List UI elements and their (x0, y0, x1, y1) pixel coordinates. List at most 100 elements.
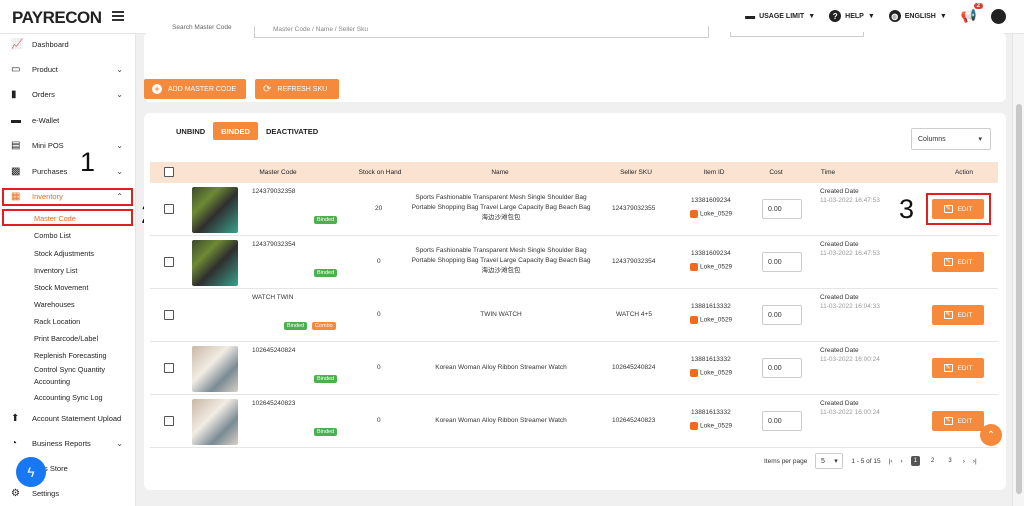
binded-badge: Binded (314, 428, 338, 436)
upload-icon: ⬆ (11, 412, 20, 424)
page-number[interactable]: 2 (928, 456, 937, 466)
sidebar-sub-print-barcode[interactable]: Print Barcode/Label (34, 334, 98, 343)
sidebar-item-business-reports[interactable]: ◔ Business Reports ⌄ (0, 431, 135, 455)
time-label: Created Date (820, 400, 859, 407)
shop-icon (690, 369, 698, 377)
sidebar-sub-warehouses[interactable]: Warehouses (34, 300, 75, 309)
sidebar-item-product[interactable]: ▭ Product ⌄ (0, 57, 135, 81)
edit-button[interactable]: ✎ EDIT (932, 305, 984, 325)
sidebar-item-orders[interactable]: ▮ Orders ⌄ (0, 82, 135, 106)
row-checkbox[interactable] (164, 204, 174, 214)
shop-icon (690, 210, 698, 218)
time-value: 11-03-2022 16:04:33 (820, 303, 880, 310)
sidebar-sub-combo-list[interactable]: Combo List (34, 231, 71, 240)
cost-input[interactable]: 0.00 (762, 305, 802, 325)
sidebar-sub-rack-location[interactable]: Rack Location (34, 317, 80, 326)
columns-select[interactable]: Columns ▾ (911, 128, 991, 150)
shop-name: Loke_0529 (690, 369, 732, 377)
messenger-chat-button[interactable]: ϟ (16, 457, 46, 487)
cost-input[interactable]: 0.00 (762, 199, 802, 219)
page-number[interactable]: 1 (910, 456, 921, 466)
binded-badge: Binded (314, 216, 338, 224)
sidebar-item-account-statement-upload[interactable]: ⬆ Account Statement Upload (0, 406, 135, 430)
product-thumbnail (192, 399, 238, 445)
select-all-checkbox[interactable] (164, 167, 174, 177)
chevron-down-icon: ⌄ (116, 89, 123, 99)
search-input[interactable]: Master Code / Name / Seller Sku (254, 26, 709, 38)
notification-button[interactable]: 📢 2 (961, 3, 983, 24)
item-id: 13881613332 (691, 356, 731, 363)
language-label: ENGLISH (904, 12, 936, 20)
edit-button[interactable]: ✎ EDIT (932, 252, 984, 272)
page-number[interactable]: 3 (945, 456, 954, 466)
first-page-icon[interactable]: |‹ (889, 458, 893, 465)
help-menu[interactable]: ? HELP ▼ (829, 10, 875, 22)
add-master-code-button[interactable]: + ADD MASTER CODE (144, 79, 246, 99)
scrollbar-thumb[interactable] (1016, 104, 1022, 494)
sidebar-sub-inventory-list[interactable]: Inventory List (34, 266, 77, 275)
item-id: 13381609234 (691, 197, 731, 204)
table-card: UNBIND BINDED DEACTIVATED Columns ▾ Mast… (144, 113, 1006, 490)
usage-limit-menu[interactable]: ▬ USAGE LIMIT ▼ (745, 11, 815, 22)
refresh-sku-button[interactable]: ⟳ REFRESH SKU (255, 79, 339, 99)
sidebar-item-mini-pos[interactable]: ▤ Mini POS ⌄ (0, 133, 135, 157)
items-per-page-select[interactable]: 5 ▾ (815, 453, 844, 469)
annotation-number-3: 3 (899, 194, 915, 224)
chart-icon: 📈 (11, 38, 24, 50)
page-range: 1 - 5 of 15 (851, 457, 881, 465)
chevron-down-icon: ⌄ (116, 438, 123, 448)
next-page-icon[interactable]: › (963, 458, 965, 465)
row-checkbox[interactable] (164, 310, 174, 320)
tab-binded[interactable]: BINDED (213, 122, 258, 140)
box-icon: ▭ (11, 63, 21, 75)
language-menu[interactable]: ◍ ENGLISH ▼ (888, 10, 947, 22)
product-name: Korean Woman Alloy Ribbon Streamer Watch (435, 364, 567, 371)
sidebar-item-settings[interactable]: ⚙ Settings (0, 481, 135, 505)
sidebar-sub-accounting-sync-log[interactable]: Accounting Sync Log (34, 393, 103, 402)
cost-input[interactable]: 0.00 (762, 252, 802, 272)
scroll-top-button[interactable]: ⌃ (980, 424, 1002, 446)
user-avatar-icon[interactable] (991, 8, 1006, 24)
tab-deactivated[interactable]: DEACTIVATED (258, 122, 326, 140)
edit-icon: ✎ (943, 258, 953, 266)
prev-page-icon[interactable]: ‹ (901, 458, 903, 465)
annotation-number-1: 1 (80, 147, 96, 177)
edit-button[interactable]: ✎ EDIT (932, 358, 984, 378)
time-label: Created Date (820, 347, 859, 354)
sidebar-item-dashboard[interactable]: 📈 Dashboard (0, 34, 135, 56)
refresh-icon: ⟳ (263, 83, 272, 95)
menu-toggle-icon[interactable] (112, 11, 124, 21)
page-scrollbar[interactable] (1012, 34, 1024, 506)
edit-icon: ✎ (943, 417, 953, 425)
last-page-icon[interactable]: ›| (973, 458, 977, 465)
edit-button[interactable]: ✎ EDIT (932, 411, 984, 431)
shop-name: Loke_0529 (690, 263, 732, 271)
sidebar-sub-control-sync-quantity[interactable]: Control Sync Quantity (34, 365, 105, 374)
shop-icon (690, 316, 698, 324)
row-checkbox[interactable] (164, 416, 174, 426)
app-logo[interactable]: PAYRECON (12, 8, 102, 28)
sidebar-sub-stock-movement[interactable]: Stock Movement (34, 283, 88, 292)
pos-icon: ▤ (11, 139, 21, 151)
binded-badge: Binded (314, 375, 338, 383)
cost-input[interactable]: 0.00 (762, 411, 802, 431)
product-name: TWIN WATCH (480, 311, 522, 318)
sidebar-item-ewallet[interactable]: ▬ e-Wallet (0, 108, 135, 132)
sidebar-sub-stock-adjustments[interactable]: Stock Adjustments (34, 249, 94, 258)
shop-name: Loke_0529 (690, 316, 732, 324)
seller-sku: 102645240823 (612, 417, 656, 424)
sidebar-sub-accounting[interactable]: Accounting (34, 377, 70, 386)
sidebar-item-purchases[interactable]: ▩ Purchases ⌄ (0, 159, 135, 183)
header-master-code: Master Code (259, 169, 297, 176)
chevron-down-icon: ⌄ (116, 166, 123, 176)
sidebar-sub-replenish-forecasting[interactable]: Replenish Forecasting (34, 351, 107, 360)
cost-input[interactable]: 0.00 (762, 358, 802, 378)
pagination: Items per page 5 ▾ 1 - 5 of 15 |‹ ‹ 1 2 … (764, 453, 977, 469)
time-value: 11-03-2022 16:00:24 (820, 356, 880, 363)
search-filter-select[interactable] (730, 32, 864, 37)
time-value: 11-03-2022 16:47:53 (820, 250, 880, 257)
row-checkbox[interactable] (164, 257, 174, 267)
tab-unbind[interactable]: UNBIND (168, 122, 213, 140)
table-row: 124379032354 Binded 0 Sports Fashionable… (150, 236, 998, 289)
row-checkbox[interactable] (164, 363, 174, 373)
